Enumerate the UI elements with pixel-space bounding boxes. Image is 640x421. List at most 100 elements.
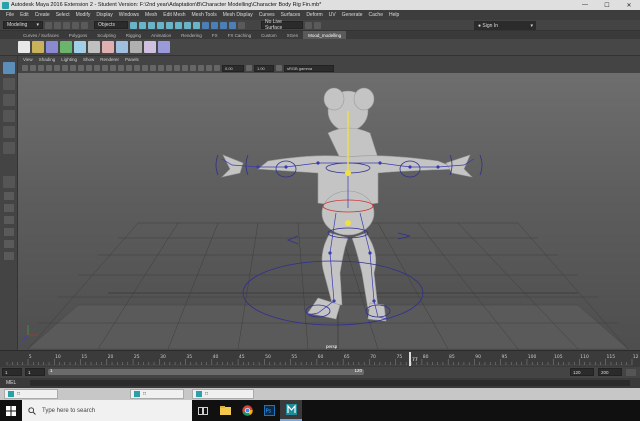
default-material-icon[interactable] [126,65,132,71]
camera-icon[interactable] [305,21,312,29]
shelf-cube-icon[interactable] [74,41,86,53]
shelf-tab-rigging[interactable]: Rigging [121,31,146,39]
current-frame-marker[interactable] [409,352,411,366]
objects-dropdown[interactable]: Objects [94,21,128,29]
close-button[interactable]: ✕ [618,0,640,10]
panel-menu-shading[interactable]: Shading [36,57,59,62]
xray-joints-icon[interactable] [206,65,212,71]
mel-label[interactable]: MEL [6,380,16,386]
menu-mesh-display[interactable]: Mesh Display [220,12,256,18]
mode-dropdown[interactable]: Modeling ▾ [3,21,43,29]
smooth-shade-icon[interactable] [118,65,124,71]
use-all-lights-icon[interactable] [150,65,156,71]
last-tool-icon[interactable] [2,176,15,188]
color-space-dropdown[interactable]: sRGB gamma [284,64,334,72]
camera-attributes-icon[interactable] [30,65,36,71]
single-perspective-layout-icon[interactable] [3,192,14,200]
shelf-smooth-icon[interactable] [158,41,170,53]
task-view-button[interactable] [192,400,214,421]
panel-menu-renderer[interactable]: Renderer [97,57,122,62]
uv-editor-layout-icon[interactable] [3,252,14,260]
shelf-tab-fx[interactable]: FX [207,31,223,39]
shelf-delete-history-icon[interactable] [88,41,100,53]
new-scene-icon[interactable] [45,21,52,29]
shelf-center-pivot-icon[interactable] [116,41,128,53]
menu-create[interactable]: Create [32,12,53,18]
shelf-tab-animation[interactable]: Animation [146,31,176,39]
select-object-icon[interactable] [139,21,146,29]
menu-display[interactable]: Display [93,12,115,18]
rotate-tool-icon[interactable] [2,126,15,138]
shelf-tab-custom[interactable]: Custom [256,31,282,39]
render-settings-icon[interactable] [229,21,236,29]
shelf-tab-rendering[interactable]: Rendering [176,31,207,39]
taskbar-file-explorer[interactable] [214,400,236,421]
range-slider[interactable]: 1 120 [48,368,364,375]
live-surface-field[interactable]: No Live Surface [261,19,303,31]
render-icon[interactable] [211,21,218,29]
ambient-occlusion-icon[interactable] [166,65,172,71]
menu-windows[interactable]: Windows [116,12,142,18]
hypershade-layout-icon[interactable] [3,240,14,248]
wireframe-on-shaded-icon[interactable] [134,65,140,71]
playback-start-field[interactable]: 1 [25,368,45,376]
grid-icon[interactable] [54,65,60,71]
resolution-gate-icon[interactable] [70,65,76,71]
minimized-window-3[interactable]: □ [192,389,254,399]
film-gate-icon[interactable] [62,65,68,71]
snap-curve-icon[interactable] [166,21,173,29]
xray-icon[interactable] [198,65,204,71]
four-view-layout-icon[interactable] [3,204,14,212]
exposure-field[interactable]: 0.00 [222,64,244,72]
open-scene-icon[interactable] [54,21,61,29]
menu-surfaces[interactable]: Surfaces [278,12,304,18]
perspective-viewport[interactable] [18,73,640,350]
gamma-icon[interactable] [246,65,252,71]
field-chart-icon[interactable] [86,65,92,71]
playback-end-field[interactable]: 120 [570,368,594,376]
redo-icon[interactable] [81,21,88,29]
persp-outliner-layout-icon[interactable] [3,216,14,224]
panel-menu-lighting[interactable]: Lighting [58,57,80,62]
scene-start-field[interactable]: 1 [2,368,22,376]
menu-modify[interactable]: Modify [73,12,94,18]
image-plane-icon[interactable] [46,65,52,71]
camera-select-icon[interactable] [22,65,28,71]
maximize-button[interactable]: ☐ [596,0,618,10]
select-component-icon[interactable] [148,21,155,29]
safe-title-icon[interactable] [102,65,108,71]
shelf-tab-mood-modelling[interactable]: Mood_modelling [303,31,347,39]
exposure-icon[interactable] [214,65,220,71]
anti-aliasing-icon[interactable] [182,65,188,71]
move-tool-icon[interactable] [2,110,15,122]
menu-select[interactable]: Select [53,12,73,18]
panel-menu-view[interactable]: View [20,57,36,62]
shelf-mirror-icon[interactable] [130,41,142,53]
menu-curves[interactable]: Curves [256,12,278,18]
snap-grid-icon[interactable] [157,21,164,29]
isolate-select-icon[interactable] [190,65,196,71]
symmetry-icon[interactable] [238,21,245,29]
minimized-window-2[interactable]: □ [130,389,184,399]
menu-file[interactable]: File [3,12,17,18]
save-scene-icon[interactable] [63,21,70,29]
undo-icon[interactable] [72,21,79,29]
shelf-tab-sculpting[interactable]: Sculpting [92,31,121,39]
menu-deform[interactable]: Deform [303,12,325,18]
lasso-tool-icon[interactable] [2,78,15,90]
animation-end-field[interactable]: 200 [598,368,622,376]
minimize-button[interactable]: — [574,0,596,10]
textured-icon[interactable] [142,65,148,71]
motion-blur-icon[interactable] [174,65,180,71]
color-management-icon[interactable] [276,65,282,71]
menu-edit[interactable]: Edit [17,12,32,18]
start-button[interactable] [0,400,22,421]
select-tool-icon[interactable] [2,62,15,74]
shelf-tab-polygons[interactable]: Polygons [64,31,93,39]
shadows-icon[interactable] [158,65,164,71]
menu-help[interactable]: Help [386,12,402,18]
shelf-menu-icon[interactable] [18,41,30,53]
taskbar-photoshop[interactable]: Ps [258,400,280,421]
workspace-icon[interactable] [314,21,321,29]
snap-plane-icon[interactable] [184,21,191,29]
